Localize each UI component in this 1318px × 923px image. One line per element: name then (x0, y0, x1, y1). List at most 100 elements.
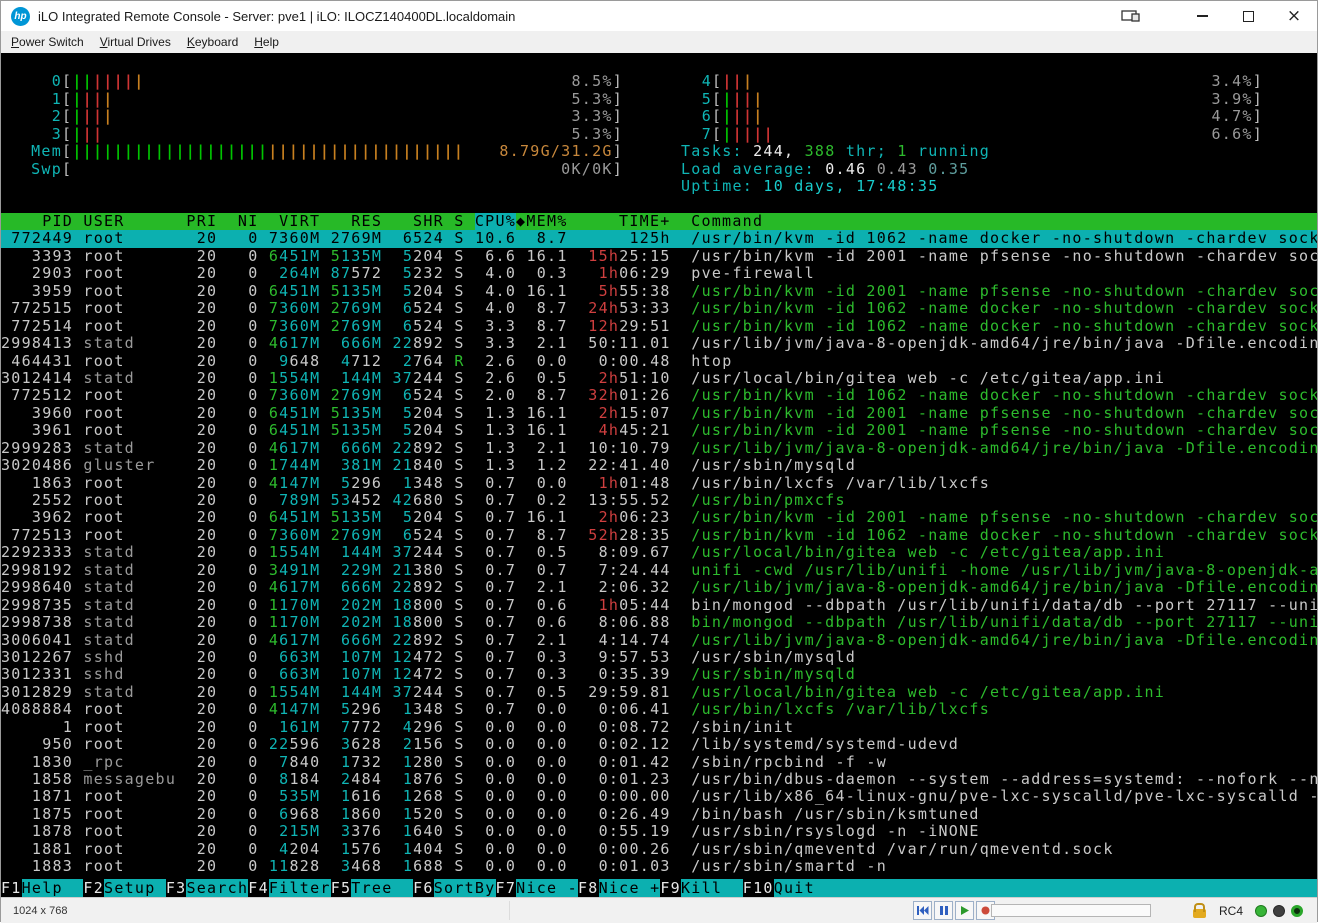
process-row[interactable]: 3393 root 20 0 6451M 5135M 5204 S 6.6 16… (1, 248, 1317, 265)
status-led-green (1255, 905, 1267, 917)
process-row[interactable]: 1 root 20 0 161M 7772 4296 S 0.0 0.0 0:0… (1, 719, 1317, 736)
fkey-f6[interactable]: F6 (413, 879, 434, 897)
remote-console-window: hp iLO Integrated Remote Console - Serve… (0, 0, 1318, 923)
fkey-f1[interactable]: F1 (1, 879, 22, 897)
fkey-f4[interactable]: F4 (248, 879, 269, 897)
fkey-label-nice -[interactable]: Nice - (516, 879, 578, 897)
fkey-label-tree[interactable]: Tree (351, 879, 413, 897)
cpu-meter-0: 0[||||||| 8.5%] (31, 72, 623, 90)
skip-to-start-button[interactable] (913, 901, 932, 920)
process-row[interactable]: 3012267 sshd 20 0 663M 107M 12472 S 0.7 … (1, 649, 1317, 666)
encryption-lock-icon (1193, 909, 1206, 918)
fkey-label-sortby[interactable]: SortBy (434, 879, 496, 897)
process-row[interactable]: 3012829 statd 20 0 1554M 144M 37244 S 0.… (1, 684, 1317, 701)
menu-item-virtual-drives[interactable]: Virtual Drives (92, 33, 179, 51)
fkey-f9[interactable]: F9 (660, 879, 681, 897)
pause-button[interactable] (934, 901, 953, 920)
cpu-meter-7: 7[||||| 6.6%] (681, 124, 1263, 143)
process-table-header[interactable]: PID USER PRI NI VIRT RES SHR S CPU%◆MEM%… (1, 213, 1317, 231)
process-table: PID USER PRI NI VIRT RES SHR S CPU%◆MEM%… (1, 213, 1317, 876)
console-screen: 0[||||||| 8.5%] 1[|||| 5.3%] 2[|||| 3.3%] 3… (1, 53, 1317, 897)
uptime-line: Uptime: 10 days, 17:48:35 (681, 177, 939, 195)
process-row[interactable]: 3961 root 20 0 6451M 5135M 5204 S 1.3 16… (1, 422, 1317, 439)
process-row[interactable]: 2999283 statd 20 0 4617M 666M 22892 S 1.… (1, 440, 1317, 457)
process-row[interactable]: 1863 root 20 0 4147M 5296 1348 S 0.7 0.0… (1, 475, 1317, 492)
process-row[interactable]: 3012331 sshd 20 0 663M 107M 12472 S 0.7 … (1, 666, 1317, 683)
fkey-f7[interactable]: F7 (495, 879, 517, 897)
process-row[interactable]: 2292333 statd 20 0 1554M 144M 37244 S 0.… (1, 544, 1317, 561)
close-button[interactable]: × (1271, 1, 1317, 31)
process-row[interactable]: 1858 messagebu 20 0 8184 2484 1876 S 0.0… (1, 771, 1317, 788)
process-row[interactable]: 2998192 statd 20 0 3491M 229M 21380 S 0.… (1, 562, 1317, 579)
status-led-dark (1273, 905, 1285, 917)
process-row[interactable]: 3020486 gluster 20 0 1744M 381M 21840 S … (1, 457, 1317, 474)
process-row[interactable]: 3006041 statd 20 0 4617M 666M 22892 S 0.… (1, 632, 1317, 649)
maximize-button[interactable] (1225, 1, 1271, 31)
tasks-line: Tasks: 244, 388 thr; 1 running (681, 142, 991, 160)
function-key-bar: F1 Help F2 Setup F3 Search F4 Filter F5 Tree F6… (1, 879, 1317, 897)
process-row[interactable]: 3960 root 20 0 6451M 5135M 5204 S 1.3 16… (1, 405, 1317, 422)
maximize-icon (1242, 10, 1254, 22)
fkey-label-kill[interactable]: Kill (681, 879, 743, 897)
menu-item-keyboard[interactable]: Keyboard (179, 33, 246, 51)
process-row[interactable]: 2998640 statd 20 0 4617M 666M 22892 S 0.… (1, 579, 1317, 596)
fkey-label-quit[interactable]: Quit (774, 879, 815, 897)
close-icon: × (1286, 5, 1302, 26)
window-title: iLO Integrated Remote Console - Server: … (38, 8, 516, 24)
fkey-f5[interactable]: F5 (330, 879, 352, 897)
title-bar: hp iLO Integrated Remote Console - Serve… (1, 1, 1317, 31)
status-bar: 1024 x 768 RC4 (1, 897, 1317, 923)
fkey-label-filter[interactable]: Filter (269, 879, 331, 897)
fkey-label-search[interactable]: Search (186, 879, 248, 897)
process-row[interactable]: 772515 root 20 0 7360M 2769M 6524 S 4.0 … (1, 300, 1317, 317)
process-row[interactable]: 1883 root 20 0 11828 3468 1688 S 0.0 0.0… (1, 858, 1317, 875)
process-row[interactable]: 772514 root 20 0 7360M 2769M 6524 S 3.3 … (1, 318, 1317, 335)
process-row[interactable]: 4088884 root 20 0 4147M 5296 1348 S 0.7 … (1, 701, 1317, 718)
process-row[interactable]: 3012414 statd 20 0 1554M 144M 37244 S 2.… (1, 370, 1317, 387)
process-row[interactable]: 1878 root 20 0 215M 3376 1640 S 0.0 0.0 … (1, 823, 1317, 840)
menu-bar: Power Switch Virtual Drives Keyboard Help (1, 31, 1317, 53)
process-row[interactable]: 2998413 statd 20 0 4617M 666M 22892 S 3.… (1, 335, 1317, 352)
cpu-meter-5: 5[|||| 3.9%] (681, 89, 1263, 108)
process-row[interactable]: 772513 root 20 0 7360M 2769M 6524 S 0.7 … (1, 527, 1317, 544)
process-row[interactable]: 1875 root 20 0 6968 1860 1520 S 0.0 0.0 … (1, 806, 1317, 823)
process-row[interactable]: 2998735 statd 20 0 1170M 202M 18800 S 0.… (1, 597, 1317, 614)
fkey-label-setup[interactable]: Setup (104, 879, 166, 897)
media-controls (913, 901, 995, 920)
process-row[interactable]: 3962 root 20 0 6451M 5135M 5204 S 0.7 16… (1, 509, 1317, 526)
process-row[interactable]: 1871 root 20 0 535M 1616 1268 S 0.0 0.0 … (1, 788, 1317, 805)
htop-meters: 0[||||||| 8.5%] 1[|||| 5.3%] 2[|||| 3.3%] 3… (31, 72, 1263, 196)
process-row[interactable]: 3959 root 20 0 6451M 5135M 5204 S 4.0 16… (1, 283, 1317, 300)
console-dock-icon[interactable] (1121, 9, 1141, 23)
playback-slider[interactable] (991, 904, 1151, 917)
menu-item-help[interactable]: Help (246, 33, 287, 51)
resolution-label: 1024 x 768 (13, 905, 68, 917)
process-row[interactable]: 464431 root 20 0 9648 4712 2764 R 2.6 0.… (1, 353, 1317, 370)
status-led-ring (1291, 905, 1303, 917)
process-row[interactable]: 772512 root 20 0 7360M 2769M 6524 S 2.0 … (1, 387, 1317, 404)
minimize-button[interactable] (1179, 1, 1225, 31)
process-row[interactable]: 950 root 20 0 22596 3628 2156 S 0.0 0.0 … (1, 736, 1317, 753)
cpu-meter-3: 3[||| 5.3%] (31, 124, 623, 143)
fkey-label-nice +[interactable]: Nice + (599, 879, 661, 897)
process-row[interactable]: 1830 _rpc 20 0 7840 1732 1280 S 0.0 0.0 … (1, 754, 1317, 771)
menu-item-power-switch[interactable]: Power Switch (3, 33, 92, 51)
process-row[interactable]: 1881 root 20 0 4204 1576 1404 S 0.0 0.0 … (1, 841, 1317, 858)
fkey-f10[interactable]: F10 (742, 879, 774, 897)
play-button[interactable] (955, 901, 974, 920)
fkey-f8[interactable]: F8 (577, 879, 599, 897)
process-row[interactable]: 2998738 statd 20 0 1170M 202M 18800 S 0.… (1, 614, 1317, 631)
memory-meter: Mem[||||||||||||||||||||||||||||||||||||… (31, 142, 623, 160)
statusbar-separator (509, 901, 510, 920)
fkey-f2[interactable]: F2 (83, 879, 105, 897)
minimize-icon (1196, 15, 1208, 17)
fkey-f3[interactable]: F3 (165, 879, 187, 897)
hp-logo-icon: hp (11, 6, 30, 26)
process-row[interactable]: 772449 root 20 0 7360M 2769M 6524 S 10.6… (1, 230, 1317, 248)
process-row[interactable]: 2552 root 20 0 789M 53452 42680 S 0.7 0.… (1, 492, 1317, 509)
process-row[interactable]: 2903 root 20 0 264M 87572 5232 S 4.0 0.3… (1, 265, 1317, 282)
status-leds (1255, 905, 1303, 917)
fkey-label-help[interactable]: Help (22, 879, 84, 897)
cpu-meter-1: 1[|||| 5.3%] (31, 89, 623, 108)
encryption-label: RC4 (1219, 904, 1244, 918)
